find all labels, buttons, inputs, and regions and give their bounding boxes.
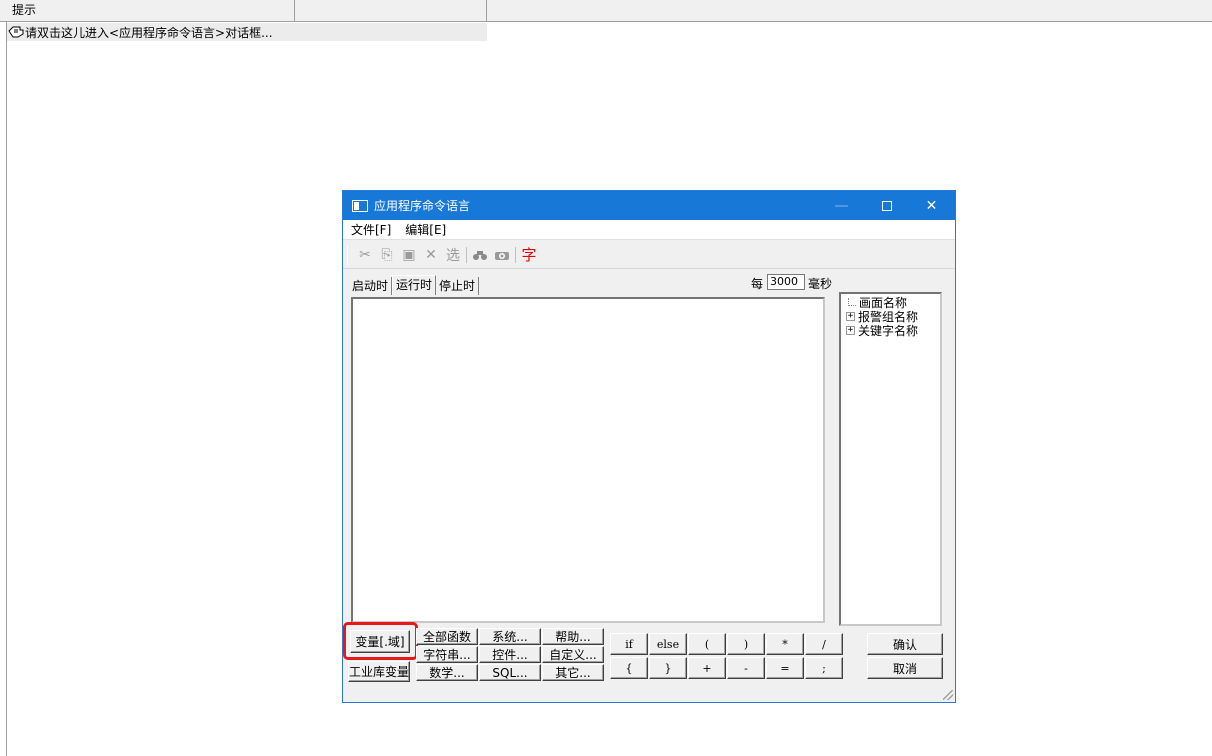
- system-button[interactable]: 系统...: [479, 628, 541, 645]
- sql-button[interactable]: SQL...: [479, 664, 541, 681]
- toolbar-separator: [347, 244, 348, 265]
- interval-input[interactable]: 3000: [767, 274, 805, 290]
- paste-icon[interactable]: ▣: [398, 244, 420, 266]
- divide-button[interactable]: /: [805, 633, 843, 655]
- dialog-title: 应用程序命令语言: [374, 199, 471, 213]
- minus-button[interactable]: -: [727, 657, 765, 679]
- toolbar: ✂ ⎘ ▣ ✕ 选 字: [343, 241, 955, 269]
- control-button[interactable]: 控件...: [479, 646, 541, 663]
- help-button[interactable]: 帮助...: [542, 628, 604, 645]
- list-item-text: 请双击这儿进入<应用程序命令语言>对话框...: [25, 25, 273, 40]
- find-icon[interactable]: [469, 244, 491, 266]
- script-editor[interactable]: [351, 297, 825, 623]
- industrial-variable-button[interactable]: 工业库变量: [348, 661, 410, 682]
- copy-icon[interactable]: ⎘: [376, 244, 398, 266]
- cut-icon[interactable]: ✂: [354, 244, 376, 266]
- column-header-hint[interactable]: 提示: [0, 0, 295, 21]
- list-item[interactable]: 请双击这儿进入<应用程序命令语言>对话框...: [7, 23, 487, 41]
- toolbar-separator: [466, 246, 467, 263]
- every-label: 每: [751, 277, 764, 291]
- cancel-button[interactable]: 取消: [867, 657, 943, 679]
- tab-stop[interactable]: 停止时: [436, 277, 480, 295]
- ok-button[interactable]: 确认: [867, 633, 943, 655]
- highlight-box: [343, 622, 418, 660]
- tab-startup[interactable]: 启动时: [349, 277, 393, 295]
- plus-button[interactable]: +: [688, 657, 726, 679]
- string-button[interactable]: 字符串...: [416, 646, 478, 663]
- semicolon-button[interactable]: ;: [805, 657, 843, 679]
- menu-edit[interactable]: 编辑[E]: [399, 221, 452, 238]
- replace-icon[interactable]: [491, 244, 513, 266]
- menu-file[interactable]: 文件[F]: [345, 221, 397, 238]
- left-brace-button[interactable]: {: [610, 657, 648, 679]
- right-brace-button[interactable]: }: [649, 657, 687, 679]
- select-icon[interactable]: 选: [442, 244, 464, 266]
- expand-icon[interactable]: +: [846, 311, 855, 321]
- equals-button[interactable]: =: [766, 657, 804, 679]
- pointer-hand-icon: [7, 24, 25, 40]
- window-icon: [352, 199, 368, 212]
- tree-item-keywords[interactable]: + 关键字名称: [841, 323, 940, 338]
- app-command-language-dialog: 应用程序命令语言 — ✕ 文件[F] 编辑[E] ✂ ⎘ ▣ ✕ 选 字 启动时…: [342, 190, 956, 703]
- list-left-border: [6, 0, 7, 756]
- right-paren-button[interactable]: ): [727, 633, 765, 655]
- tab-running[interactable]: 运行时: [392, 275, 437, 295]
- tree-line: [848, 298, 856, 306]
- expand-icon[interactable]: +: [846, 325, 855, 335]
- left-paren-button[interactable]: (: [688, 633, 726, 655]
- math-button[interactable]: 数学...: [416, 664, 478, 681]
- if-button[interactable]: if: [610, 633, 648, 655]
- millisecond-label: 毫秒: [808, 277, 833, 291]
- resize-grip-icon[interactable]: [943, 690, 953, 700]
- delete-icon[interactable]: ✕: [420, 244, 442, 266]
- custom-button[interactable]: 自定义...: [542, 646, 604, 663]
- event-tabs: 启动时 运行时 停止时: [349, 275, 480, 295]
- list-header: 提示: [0, 0, 1212, 22]
- toolbar-separator: [515, 246, 516, 263]
- maximize-icon: [881, 200, 892, 211]
- else-button[interactable]: else: [649, 633, 687, 655]
- all-functions-button[interactable]: 全部函数: [416, 628, 478, 645]
- minimize-button[interactable]: —: [819, 191, 864, 220]
- close-button[interactable]: ✕: [909, 191, 954, 220]
- column-header-2[interactable]: [295, 0, 487, 21]
- menubar: 文件[F] 编辑[E]: [343, 220, 955, 240]
- maximize-button[interactable]: [864, 191, 909, 220]
- multiply-button[interactable]: *: [766, 633, 804, 655]
- name-tree: 画面名称 + 报警组名称 + 关键字名称: [839, 292, 942, 626]
- tree-item-label: 关键字名称: [858, 323, 919, 338]
- font-icon[interactable]: 字: [518, 244, 540, 266]
- other-button[interactable]: 其它...: [542, 664, 604, 681]
- dialog-titlebar[interactable]: 应用程序命令语言 — ✕: [343, 191, 955, 220]
